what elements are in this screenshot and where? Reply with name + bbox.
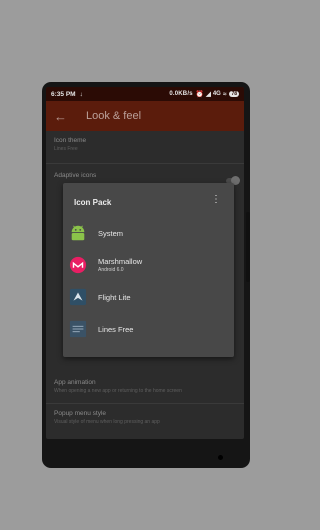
item-label: Lines Free: [98, 324, 134, 334]
item-label: System: [98, 228, 124, 238]
page-title: Look & feel: [86, 110, 142, 122]
item-label: Marshmallow: [98, 257, 143, 266]
network-speed: 0.0KB/s: [169, 91, 193, 97]
network-type: 4G: [212, 91, 221, 97]
lines-free-icon: [69, 320, 87, 338]
icon-pack-dialog: Icon Pack ⋮ System Marshmallow Android 6…: [63, 183, 234, 357]
setting-title: Icon theme: [54, 137, 87, 144]
setting-title: Adaptive icons: [54, 172, 97, 179]
side-button: [246, 212, 250, 282]
more-vert-icon[interactable]: ⋮: [211, 195, 221, 205]
setting-subtitle: When opening a new app or returning to t…: [54, 388, 182, 394]
setting-popup-menu-style[interactable]: Popup menu style Visual style of menu wh…: [54, 410, 236, 425]
setting-title: Popup menu style: [54, 410, 107, 417]
status-time: 6:35 PM: [51, 90, 76, 98]
setting-subtitle: Lines Free: [54, 146, 78, 152]
icon-pack-item-lines-free[interactable]: Lines Free: [68, 316, 229, 342]
battery-icon: 78: [229, 91, 239, 97]
setting-adaptive-icons[interactable]: Adaptive icons: [54, 172, 236, 179]
flight-lite-icon: [69, 288, 87, 306]
dialog-title: Icon Pack: [74, 198, 112, 207]
setting-icon-theme[interactable]: Icon theme Lines Free: [54, 137, 236, 152]
alarm-icon: ⏰: [195, 91, 204, 98]
wifi-icon: ≈: [222, 90, 227, 98]
status-bar: 6:35 PM ↓ 0.0KB/s ⏰ ◢ 4G ≈ 78: [46, 87, 244, 101]
item-sublabel: Android 6.0: [98, 267, 124, 273]
home-indicator: [218, 455, 223, 460]
toolbar: ← Look & feel: [46, 101, 244, 131]
setting-subtitle: Visual style of menu when long pressing …: [54, 419, 160, 425]
setting-app-animation[interactable]: App animation When opening a new app or …: [54, 379, 236, 394]
divider: [46, 403, 244, 404]
arrow-back-icon[interactable]: ←: [54, 109, 72, 124]
icon-pack-item-flight-lite[interactable]: Flight Lite: [68, 284, 229, 310]
marshmallow-icon: [69, 256, 87, 274]
item-label: Flight Lite: [98, 292, 131, 302]
download-arrow-icon: ↓: [79, 90, 83, 98]
android-robot-icon: [71, 225, 85, 241]
setting-title: App animation: [54, 379, 96, 386]
signal-icon: ◢: [205, 91, 211, 98]
icon-pack-item-system[interactable]: System: [68, 220, 229, 246]
divider: [46, 163, 244, 164]
icon-pack-item-marshmallow[interactable]: Marshmallow Android 6.0: [68, 252, 229, 278]
